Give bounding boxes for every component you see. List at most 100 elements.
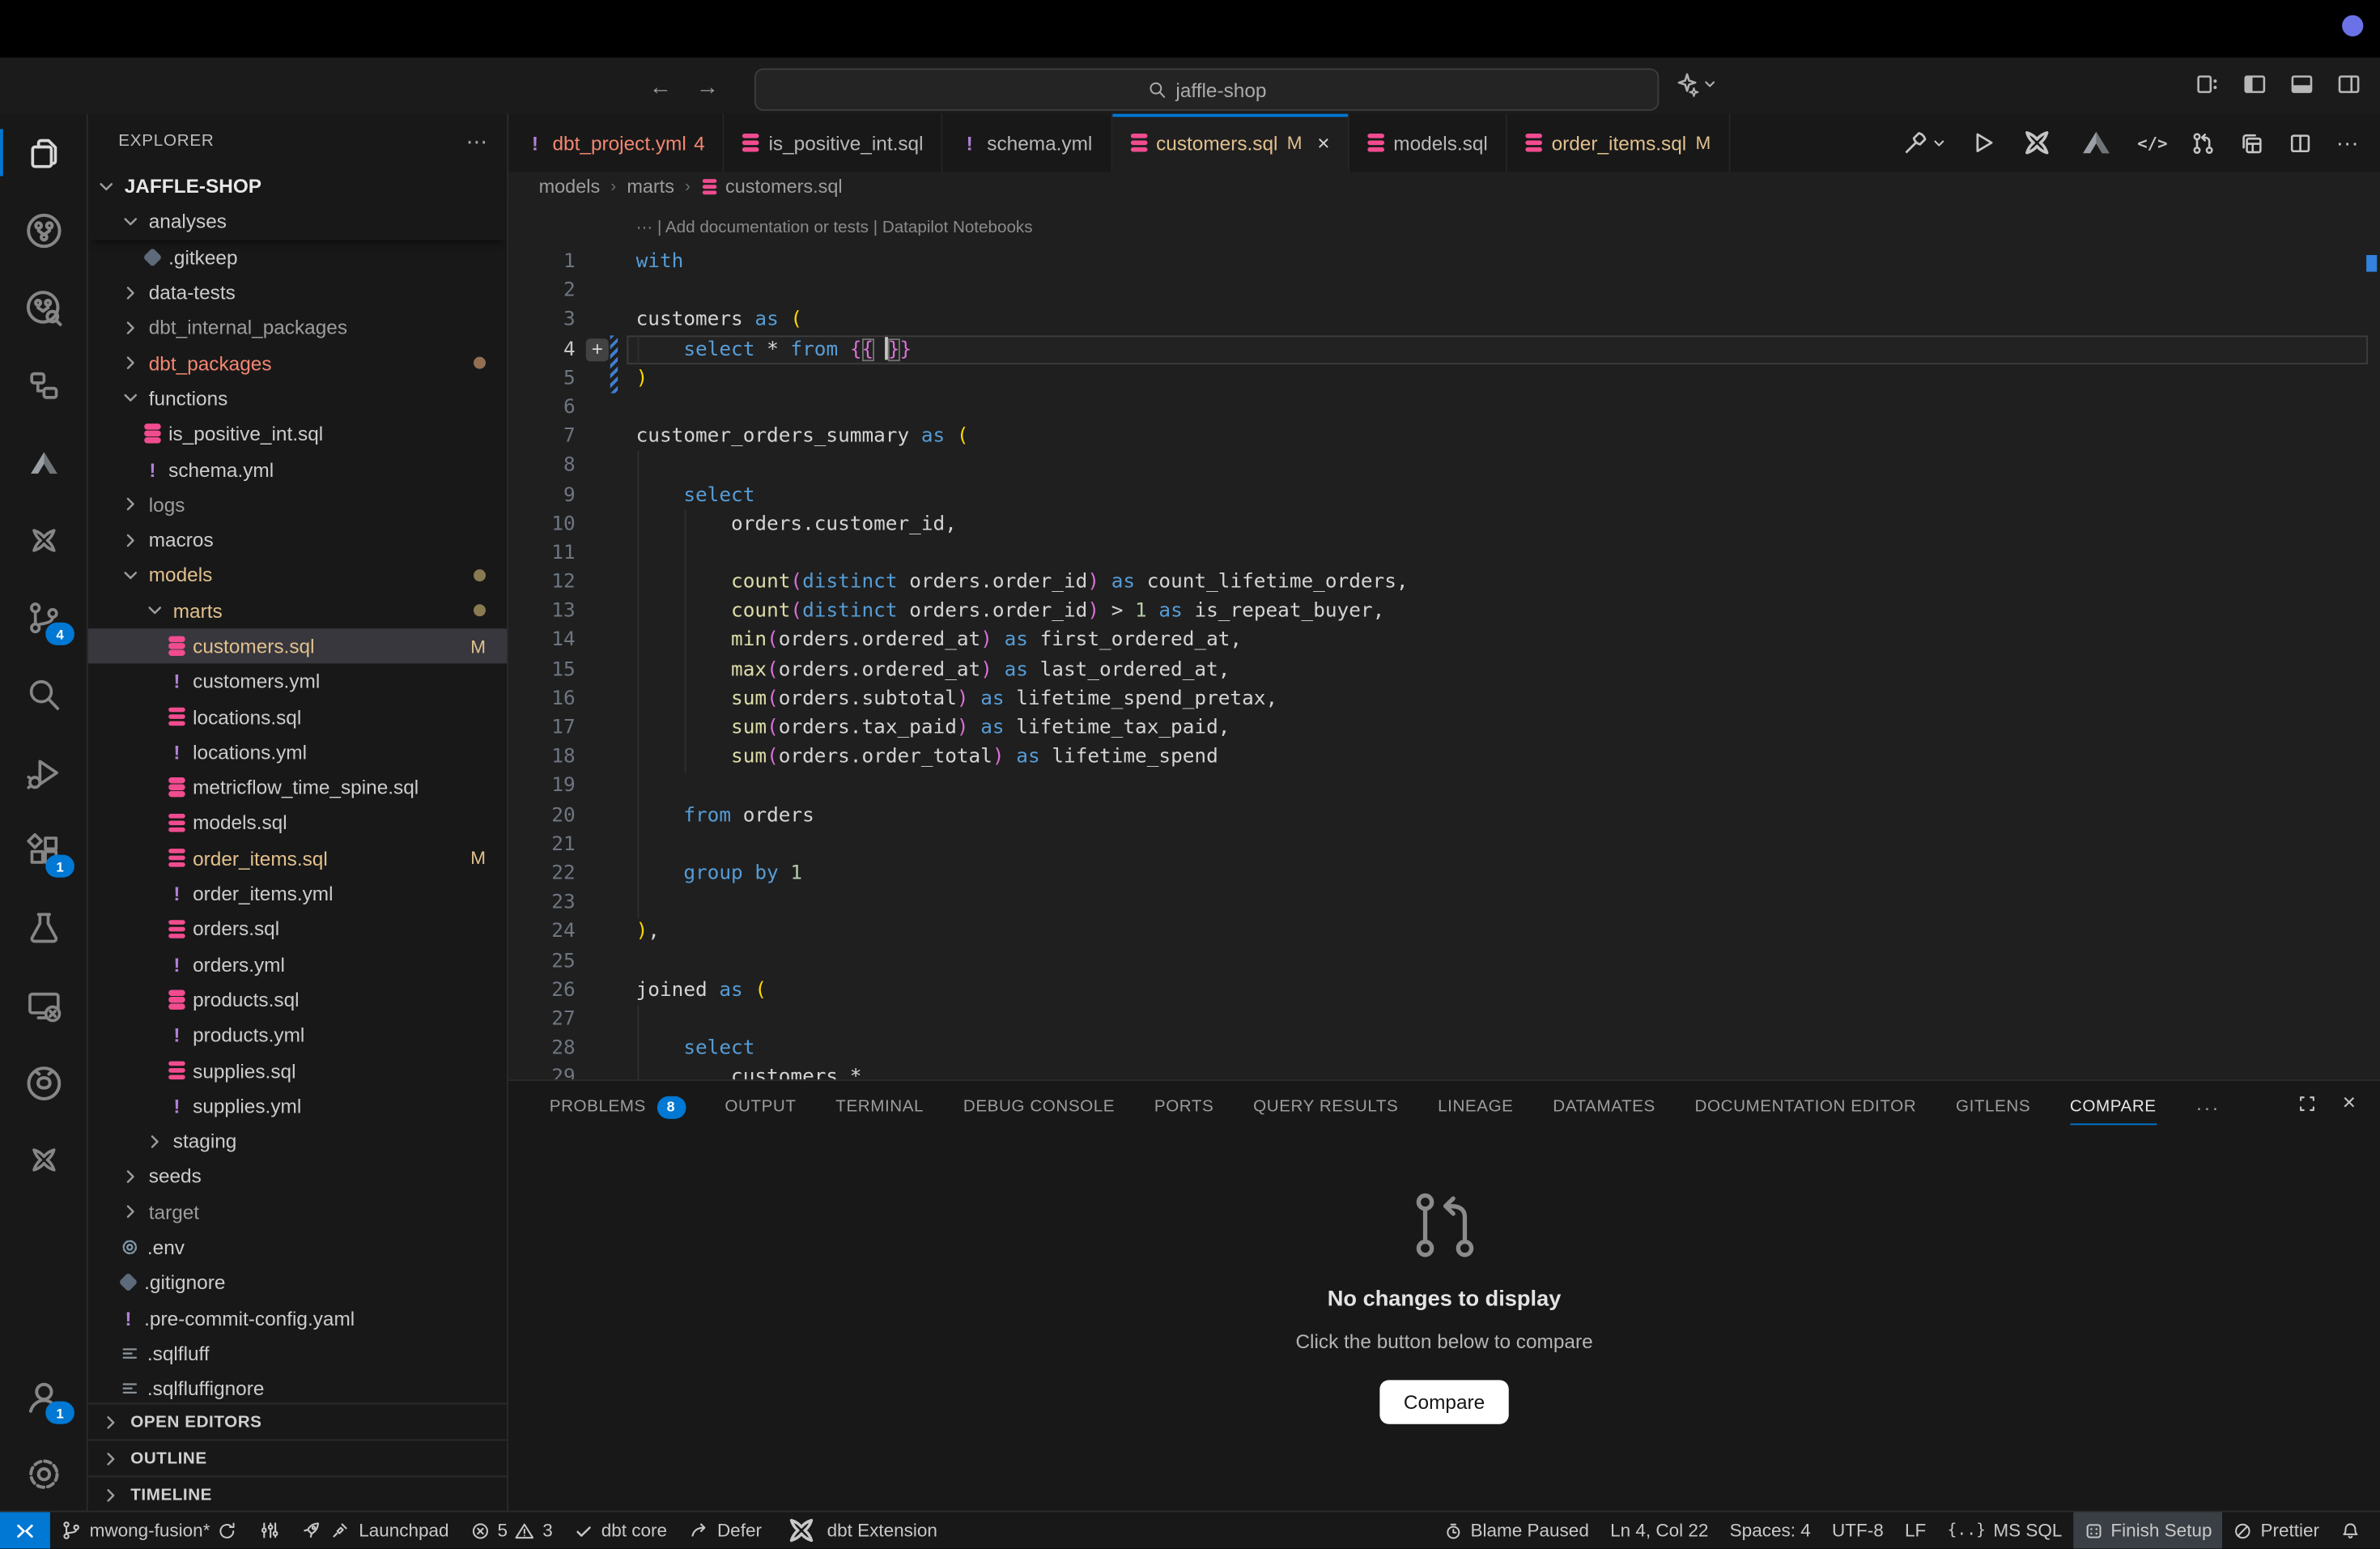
activity-item-flowchart[interactable] (0, 347, 87, 424)
code-line-15[interactable]: 15 max(orders.ordered_at) as last_ordere… (508, 655, 2380, 684)
code-line-24[interactable]: 24), (508, 917, 2380, 947)
activity-item-source-control[interactable]: 4 (0, 578, 87, 656)
code-line-11[interactable]: 11 (508, 538, 2380, 568)
tree-file-supplies.yml[interactable]: !supplies.yml (88, 1088, 508, 1124)
toggle-panel-icon[interactable] (2289, 71, 2315, 97)
code-line-9[interactable]: 9 select (508, 480, 2380, 509)
code-line-13[interactable]: 13 count(distinct orders.order_id) > 1 a… (508, 597, 2380, 626)
line-number[interactable]: 4 (508, 335, 576, 364)
toggle-primary-sidebar-icon[interactable] (2242, 71, 2267, 97)
maximize-panel-icon[interactable] (2297, 1093, 2318, 1114)
editor-tab-is_positive_int.sql[interactable]: is_positive_int.sql (725, 114, 943, 172)
panel-tab-compare[interactable]: COMPARE (2070, 1081, 2157, 1133)
activity-item-settings[interactable] (0, 1435, 87, 1513)
split-editor-button[interactable] (2288, 130, 2314, 155)
code-line-10[interactable]: 10 orders.customer_id, (508, 509, 2380, 538)
line-number[interactable]: 5 (508, 364, 576, 394)
line-number[interactable]: 17 (508, 713, 576, 743)
line-number[interactable]: 19 (508, 772, 576, 801)
line-number[interactable]: 1 (508, 248, 576, 277)
tree-file-supplies.sql[interactable]: supplies.sql (88, 1053, 508, 1088)
code-line-20[interactable]: 20 from orders (508, 801, 2380, 830)
status-eol-selector[interactable]: LF (1894, 1513, 1937, 1549)
tree-file-is_positive_int.sql[interactable]: is_positive_int.sql (88, 416, 508, 452)
code-line-22[interactable]: 22 group by 1 (508, 859, 2380, 888)
tree-folder-macros[interactable]: macros (88, 522, 508, 558)
tree-folder-logs[interactable]: logs (88, 487, 508, 522)
code-line-2[interactable]: 2 (508, 277, 2380, 306)
sidebar-section-open-editors[interactable]: OPEN EDITORS (88, 1403, 508, 1440)
line-number[interactable]: 24 (508, 917, 576, 947)
tree-folder-functions[interactable]: functions (88, 381, 508, 416)
code-line-7[interactable]: 7customer_orders_summary as ( (508, 422, 2380, 451)
tree-file-customers.yml[interactable]: !customers.yml (88, 664, 508, 700)
tree-folder-analyses[interactable]: analyses (88, 204, 508, 240)
activity-item-explorer[interactable] (0, 114, 87, 192)
tree-file-orders.sql[interactable]: orders.sql (88, 911, 508, 947)
code-line-19[interactable]: 19 (508, 772, 2380, 801)
code-editor[interactable]: ··· | Add documentation or tests | Datap… (508, 202, 2380, 1079)
run-query-button[interactable] (1969, 129, 1996, 156)
tree-file-.gitignore[interactable]: .gitignore (88, 1265, 508, 1300)
more-actions-icon[interactable]: ⋯ (466, 128, 489, 154)
activity-item-extensions[interactable]: 1 (0, 811, 87, 888)
tree-file-.sqlfluff[interactable]: .sqlfluff (88, 1336, 508, 1372)
activity-item-lineage[interactable] (0, 191, 87, 269)
line-number[interactable]: 10 (508, 509, 576, 538)
status-problems-status[interactable]: 53 (460, 1513, 563, 1549)
history-forward-button[interactable]: → (691, 70, 724, 103)
line-number[interactable]: 6 (508, 394, 576, 423)
line-number[interactable]: 14 (508, 626, 576, 655)
panel-tab-documentation-editor[interactable]: DOCUMENTATION EDITOR (1695, 1081, 1917, 1133)
status-finish-setup[interactable]: Finish Setup (2073, 1513, 2223, 1549)
code-line-1[interactable]: 1with (508, 248, 2380, 277)
line-number[interactable]: 7 (508, 422, 576, 451)
line-number[interactable]: 21 (508, 830, 576, 859)
tree-file-metricflow_time_spine.sql[interactable]: metricflow_time_spine.sql (88, 770, 508, 806)
dbt-power-user-action[interactable] (2019, 125, 2055, 161)
status-remote-indicator[interactable] (0, 1513, 50, 1549)
activity-item-run-and-debug[interactable] (0, 734, 87, 811)
tree-file-orders.yml[interactable]: !orders.yml (88, 947, 508, 982)
dbt-build-button[interactable] (1902, 129, 1946, 156)
line-number[interactable]: 2 (508, 277, 576, 306)
panel-tab-problems[interactable]: PROBLEMS8 (550, 1081, 686, 1133)
status-defer-toggle[interactable]: Defer (678, 1513, 772, 1549)
activity-item-github[interactable] (0, 1043, 87, 1121)
breadcrumb-item-models[interactable]: models (539, 177, 601, 198)
line-number[interactable]: 9 (508, 480, 576, 509)
status-commit-graph[interactable] (248, 1513, 291, 1549)
tree-file-schema.yml[interactable]: !schema.yml (88, 452, 508, 487)
close-panel-icon[interactable]: × (2343, 1093, 2356, 1114)
activity-item-testing[interactable] (0, 888, 87, 966)
tree-folder-marts[interactable]: marts (88, 593, 508, 628)
line-number[interactable]: 16 (508, 684, 576, 713)
code-line-29[interactable]: 29 customers.*, (508, 1063, 2380, 1079)
tree-file-.sqlfluffignore[interactable]: .sqlfluffignore (88, 1371, 508, 1402)
compiled-code-action[interactable]: </> (2137, 133, 2167, 152)
activity-item-remote-explorer[interactable] (0, 966, 87, 1044)
tree-root-jaffle-shop[interactable]: JAFFLE-SHOP (88, 168, 508, 204)
editor-tab-order_items.sql[interactable]: order_items.sqlM (1507, 114, 1730, 172)
code-line-14[interactable]: 14 min(orders.ordered_at) as first_order… (508, 626, 2380, 655)
command-center-search[interactable]: jaffle-shop (754, 68, 1660, 111)
tree-folder-seeds[interactable]: seeds (88, 1159, 508, 1194)
code-line-4[interactable]: 4 select * from {{ }}+ (508, 335, 2380, 364)
tree-file-order_items.sql[interactable]: order_items.sqlM (88, 840, 508, 876)
code-line-17[interactable]: 17 sum(orders.tax_paid) as lifetime_tax_… (508, 713, 2380, 743)
line-number[interactable]: 11 (508, 538, 576, 568)
activity-item-accounts[interactable]: 1 (0, 1357, 87, 1435)
tree-file-models.sql[interactable]: models.sql (88, 805, 508, 840)
tree-folder-target[interactable]: target (88, 1194, 508, 1230)
tree-file-.env[interactable]: .env (88, 1230, 508, 1266)
activity-item-dbt-power-user-panel[interactable] (0, 1121, 87, 1198)
panel-tab-lineage[interactable]: LINEAGE (1438, 1081, 1513, 1133)
status-prettier-status[interactable]: Prettier (2223, 1513, 2331, 1549)
breadcrumb-item-customers.sql[interactable]: customers.sql (701, 177, 843, 198)
panel-tab-query-results[interactable]: QUERY RESULTS (1253, 1081, 1398, 1133)
editor-scrollbar[interactable] (2365, 202, 2380, 1079)
line-number[interactable]: 26 (508, 976, 576, 1005)
line-number[interactable]: 15 (508, 655, 576, 684)
panel-tab-debug-console[interactable]: DEBUG CONSOLE (963, 1081, 1115, 1133)
code-line-8[interactable]: 8 (508, 451, 2380, 480)
